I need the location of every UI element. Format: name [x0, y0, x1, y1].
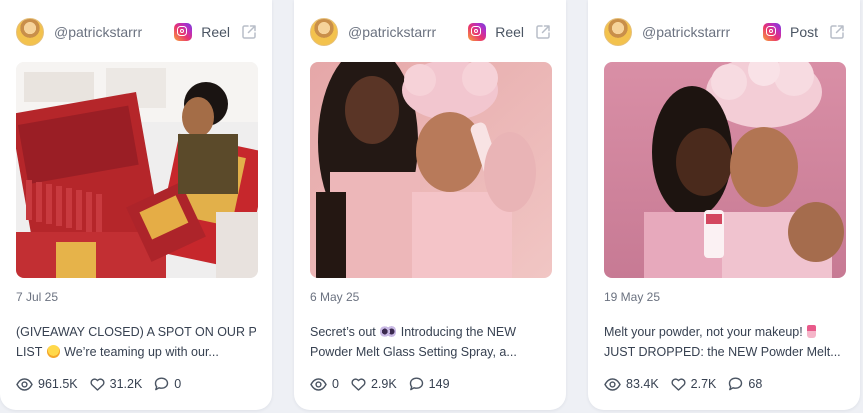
caption-line: LIST We’re teaming up with our...	[16, 342, 256, 362]
views-stat: 83.4K	[604, 377, 659, 391]
caption-text: LIST	[16, 345, 46, 359]
post-type-label: Reel	[201, 24, 230, 40]
caption-text: Introducing the NEW	[397, 325, 517, 339]
comments-count: 0	[174, 377, 182, 391]
heart-icon	[671, 377, 686, 391]
caption-line: Secret’s out Introducing the NEW	[310, 322, 550, 342]
likes-stat: 2.7K	[671, 377, 717, 391]
post-stats: 83.4K 2.7K 68	[604, 377, 774, 391]
caption-text: Melt your powder, not your makeup!	[604, 325, 807, 339]
comment-icon	[155, 377, 169, 391]
post-caption: (GIVEAWAY CLOSED) A SPOT ON OUR PR LIST …	[16, 322, 256, 362]
post-type-label: Post	[789, 24, 818, 40]
comment-icon	[729, 377, 743, 391]
instagram-icon	[174, 23, 193, 41]
comments-stat: 149	[409, 377, 450, 391]
caption-line: Powder Melt Glass Setting Spray, a...	[310, 345, 517, 359]
post-card-2[interactable]: @patrickstarrr Reel 6 May 25 Secret’s ou…	[294, 0, 566, 410]
caption-text: We’re teaming up with our...	[60, 345, 219, 359]
eye-icon	[310, 377, 327, 391]
views-count: 961.5K	[38, 377, 78, 391]
eyes-emoji-icon	[380, 325, 397, 338]
caption-line: Melt your powder, not your makeup!	[604, 322, 844, 342]
post-date: 7 Jul 25	[16, 290, 59, 304]
avatar[interactable]	[16, 18, 44, 46]
caption-line: JUST DROPPED: the NEW Powder Melt...	[604, 345, 841, 359]
views-count: 0	[332, 377, 339, 391]
heart-icon	[90, 377, 105, 391]
instagram-icon	[762, 23, 781, 41]
post-card-1[interactable]: @patrickstarrr Reel 7 Jul 25 (GIVEAWAY C…	[0, 0, 272, 410]
comments-count: 149	[428, 377, 450, 391]
likes-count: 2.7K	[690, 377, 717, 391]
avatar[interactable]	[310, 18, 338, 46]
post-thumbnail[interactable]	[16, 62, 258, 278]
instagram-icon	[468, 23, 487, 41]
post-caption: Secret’s out Introducing the NEW Powder …	[310, 322, 550, 362]
comments-stat: 0	[154, 377, 181, 391]
caption-line: (GIVEAWAY CLOSED) A SPOT ON OUR PR	[16, 325, 256, 339]
account-handle[interactable]: @patrickstarrr	[642, 24, 763, 40]
external-link-icon[interactable]	[534, 23, 552, 41]
post-thumbnail[interactable]	[310, 62, 552, 278]
comment-icon	[409, 377, 423, 391]
post-stats: 961.5K 31.2K 0	[16, 377, 193, 391]
external-link-icon[interactable]	[828, 23, 846, 41]
account-handle[interactable]: @patrickstarrr	[54, 24, 174, 40]
views-stat: 961.5K	[16, 377, 78, 391]
account-handle[interactable]: @patrickstarrr	[348, 24, 468, 40]
post-stats: 0 2.9K 149	[310, 377, 462, 391]
post-thumbnail[interactable]	[604, 62, 846, 278]
comments-stat: 68	[728, 377, 762, 391]
views-count: 83.4K	[626, 377, 659, 391]
card-header: @patrickstarrr Reel	[16, 17, 258, 47]
likes-count: 31.2K	[109, 377, 143, 391]
heart-icon	[351, 377, 366, 391]
card-header: @patrickstarrr Reel	[310, 17, 552, 47]
likes-count: 2.9K	[370, 377, 397, 391]
avatar[interactable]	[604, 18, 632, 46]
likes-stat: 31.2K	[90, 377, 143, 391]
post-card-3[interactable]: @patrickstarrr Post 19 May 25 Melt your …	[588, 0, 860, 410]
shocked-face-emoji-icon	[46, 345, 60, 358]
card-header: @patrickstarrr Post	[604, 17, 846, 47]
post-date: 6 May 25	[310, 290, 360, 304]
comments-count: 68	[748, 377, 763, 391]
caption-text: Secret’s out	[310, 325, 380, 339]
eye-icon	[604, 377, 621, 391]
likes-stat: 2.9K	[351, 377, 397, 391]
post-caption: Melt your powder, not your makeup! JUST …	[604, 322, 844, 362]
post-date: 19 May 25	[604, 290, 661, 304]
nail-polish-emoji-icon	[807, 325, 817, 338]
post-type-label: Reel	[495, 24, 524, 40]
views-stat: 0	[310, 377, 339, 391]
eye-icon	[16, 377, 33, 391]
external-link-icon[interactable]	[240, 23, 258, 41]
